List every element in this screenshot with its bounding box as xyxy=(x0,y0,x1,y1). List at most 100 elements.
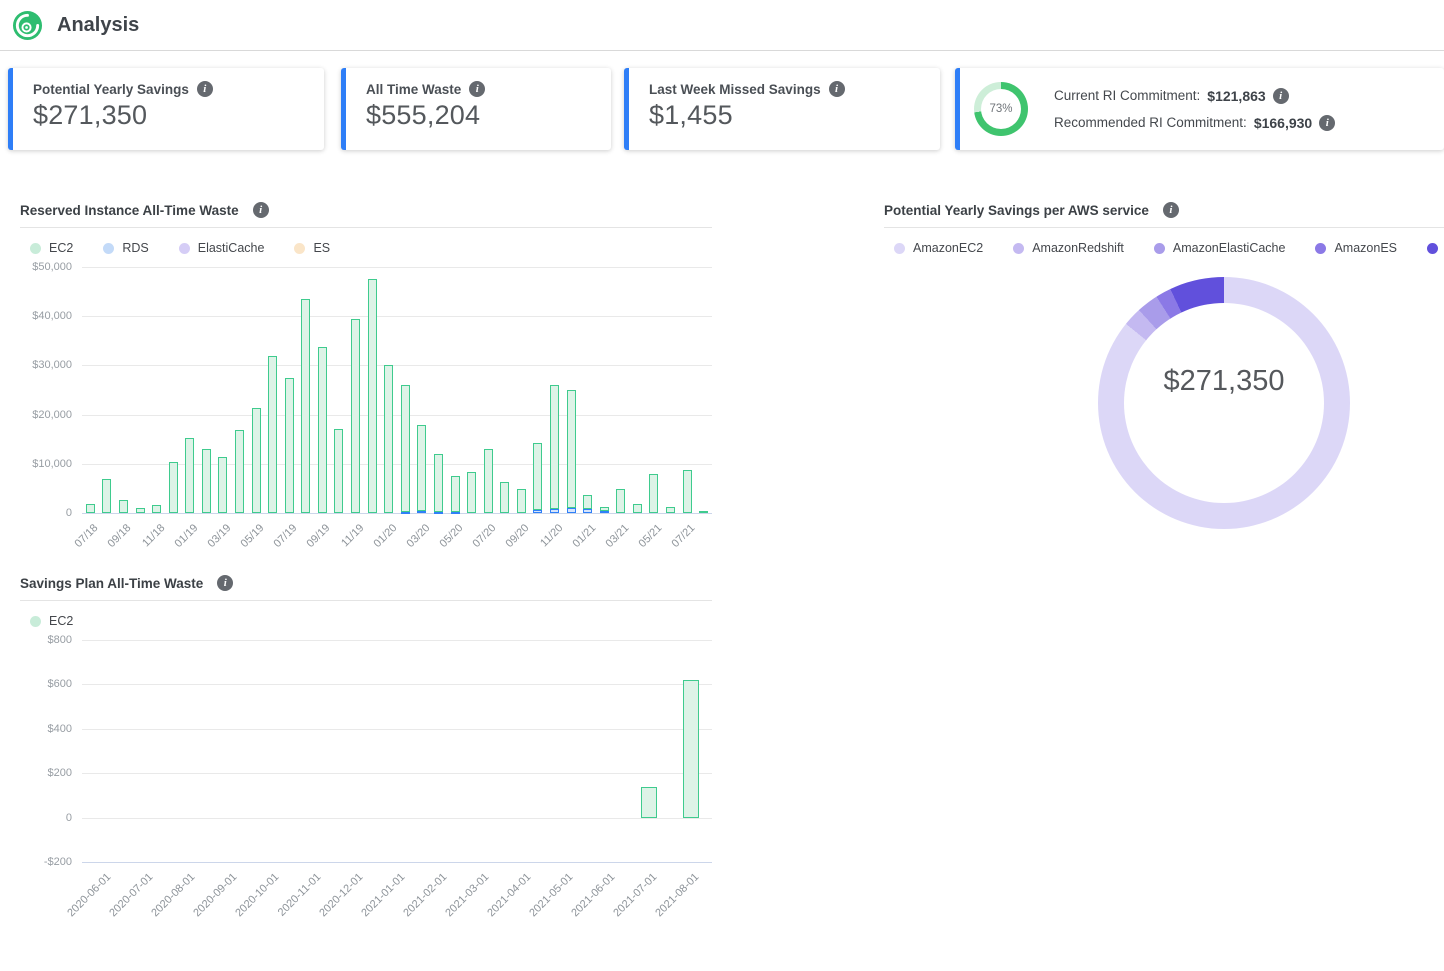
x-tick-label: 07/19 xyxy=(272,522,300,550)
bar-ec2-05/19[interactable] xyxy=(252,408,261,513)
bar-ec2-08/20[interactable] xyxy=(500,482,509,513)
bar-rds-12/20[interactable] xyxy=(567,508,576,513)
info-icon[interactable]: i xyxy=(197,81,213,97)
legend-label: RDS xyxy=(122,241,148,255)
info-icon[interactable]: i xyxy=(469,81,485,97)
x-tick-label: 2020-08-01 xyxy=(149,871,197,919)
bar-rds-02/21[interactable] xyxy=(600,511,609,513)
x-tick-label: 2020-11-01 xyxy=(276,871,324,919)
x-tick-label: 2020-12-01 xyxy=(317,871,365,919)
info-icon[interactable]: i xyxy=(253,202,269,218)
y-tick-label: -$200 xyxy=(20,856,72,868)
bar-ec2-03/21[interactable] xyxy=(616,489,625,513)
bar-ec2-2021-07-01[interactable] xyxy=(641,787,657,818)
bar-ec2-10/18[interactable] xyxy=(136,508,145,513)
kpi-value: $271,350 xyxy=(33,100,308,131)
bar-ec2-09/18[interactable] xyxy=(119,500,128,513)
bar-ec2-09/19[interactable] xyxy=(318,347,327,513)
bar-rds-10/20[interactable] xyxy=(533,510,542,513)
bar-ec2-09/20[interactable] xyxy=(517,489,526,513)
bar-ec2-02/20[interactable] xyxy=(401,385,410,511)
bar-ec2-11/19[interactable] xyxy=(351,319,360,513)
bar-rds-11/20[interactable] xyxy=(550,509,559,513)
x-tick-label: 01/20 xyxy=(371,522,399,550)
bar-ec2-01/20[interactable] xyxy=(384,365,393,513)
kpi-label: Potential Yearly Savings i xyxy=(33,81,308,97)
info-icon[interactable]: i xyxy=(1273,88,1289,104)
legend-label: ES xyxy=(313,241,330,255)
chart-title-row: Potential Yearly Savings per AWS service… xyxy=(884,202,1444,228)
gridline xyxy=(82,684,712,685)
bar-rds-01/21[interactable] xyxy=(583,509,592,513)
bar-ec2-2021-08-01[interactable] xyxy=(683,680,699,818)
bar-ec2-08/21[interactable] xyxy=(699,511,708,513)
bar-ec2-10/20[interactable] xyxy=(533,443,542,510)
x-tick-label: 03/21 xyxy=(603,522,631,550)
kpi-label: Last Week Missed Savings i xyxy=(649,81,924,97)
legend-item-es[interactable]: ES xyxy=(294,241,330,255)
x-tick-label: 05/20 xyxy=(438,522,466,550)
gridline xyxy=(82,818,712,819)
bar-ec2-07/20[interactable] xyxy=(484,449,493,513)
legend-item-elasticache[interactable]: ElastiCache xyxy=(179,241,265,255)
bar-ec2-10/19[interactable] xyxy=(334,429,343,513)
bar-ec2-11/20[interactable] xyxy=(550,385,559,509)
bar-ec2-07/18[interactable] xyxy=(86,504,95,513)
bar-rds-02/20[interactable] xyxy=(401,512,410,514)
x-tick-label: 03/20 xyxy=(404,522,432,550)
bar-rds-05/20[interactable] xyxy=(451,512,460,514)
x-tick-label: 2021-04-01 xyxy=(485,871,533,919)
x-tick-label: 11/18 xyxy=(140,522,167,549)
bar-ec2-12/20[interactable] xyxy=(567,390,576,507)
legend-dot xyxy=(103,243,114,254)
bar-ec2-06/19[interactable] xyxy=(268,356,277,513)
bar-ec2-02/19[interactable] xyxy=(202,449,211,513)
legend-item-ec2[interactable]: EC2 xyxy=(30,614,73,628)
bar-ec2-04/21[interactable] xyxy=(633,504,642,513)
info-icon[interactable]: i xyxy=(1163,202,1179,218)
bar-ec2-06/21[interactable] xyxy=(666,507,675,513)
bar-rds-03/20[interactable] xyxy=(417,511,426,513)
bar-ec2-05/20[interactable] xyxy=(451,476,460,511)
y-tick-label: $30,000 xyxy=(20,359,72,371)
legend-item-amazones[interactable]: AmazonES xyxy=(1315,241,1397,255)
bar-ec2-03/19[interactable] xyxy=(218,457,227,513)
bar-ec2-06/20[interactable] xyxy=(467,472,476,513)
x-tick-label: 2021-05-01 xyxy=(527,871,575,919)
x-tick-label: 2021-06-01 xyxy=(569,871,617,919)
recommended-ri-label: Recommended RI Commitment: xyxy=(1054,115,1247,130)
bar-rds-04/20[interactable] xyxy=(434,512,443,514)
bar-ec2-03/20[interactable] xyxy=(417,425,426,511)
bar-ec2-05/21[interactable] xyxy=(649,474,658,513)
donut-chart[interactable]: $271,350 xyxy=(1098,277,1350,529)
bar-ec2-07/19[interactable] xyxy=(285,378,294,513)
x-tick-label: 07/18 xyxy=(73,522,101,550)
legend-item-amazonec2[interactable]: AmazonEC2 xyxy=(894,241,983,255)
bar-ec2-12/19[interactable] xyxy=(368,279,377,513)
bar-ec2-02/21[interactable] xyxy=(600,507,609,511)
legend-item-amazonredshift[interactable]: AmazonRedshift xyxy=(1013,241,1124,255)
page-title: Analysis xyxy=(57,14,139,37)
legend-dot xyxy=(1427,243,1438,254)
bar-ec2-04/19[interactable] xyxy=(235,430,244,513)
bar-ec2-04/20[interactable] xyxy=(434,454,443,512)
legend-label: AmazonRedshift xyxy=(1032,241,1124,255)
bar-chart-area: $800$600$400$2000-$2002020-06-012020-07-… xyxy=(82,640,712,862)
bar-ec2-11/18[interactable] xyxy=(152,505,161,513)
info-icon[interactable]: i xyxy=(1319,115,1335,131)
bar-ec2-01/21[interactable] xyxy=(583,495,592,509)
y-tick-label: 0 xyxy=(20,812,72,824)
bar-ec2-08/19[interactable] xyxy=(301,299,310,513)
bar-ec2-08/18[interactable] xyxy=(102,479,111,513)
legend-item-ec2[interactable]: EC2 xyxy=(30,241,73,255)
bar-ec2-01/19[interactable] xyxy=(185,438,194,513)
legend-item-rds[interactable]: RDS xyxy=(103,241,148,255)
legend-item-amazonrds[interactable]: AmazonRDS xyxy=(1427,241,1444,255)
info-icon[interactable]: i xyxy=(217,575,233,591)
info-icon[interactable]: i xyxy=(829,81,845,97)
bar-ec2-12/18[interactable] xyxy=(169,462,178,513)
x-tick-label: 11/20 xyxy=(538,522,565,549)
legend-item-amazonelasticache[interactable]: AmazonElastiCache xyxy=(1154,241,1286,255)
donut-hole: $271,350 xyxy=(1124,303,1324,503)
bar-ec2-07/21[interactable] xyxy=(683,470,692,513)
